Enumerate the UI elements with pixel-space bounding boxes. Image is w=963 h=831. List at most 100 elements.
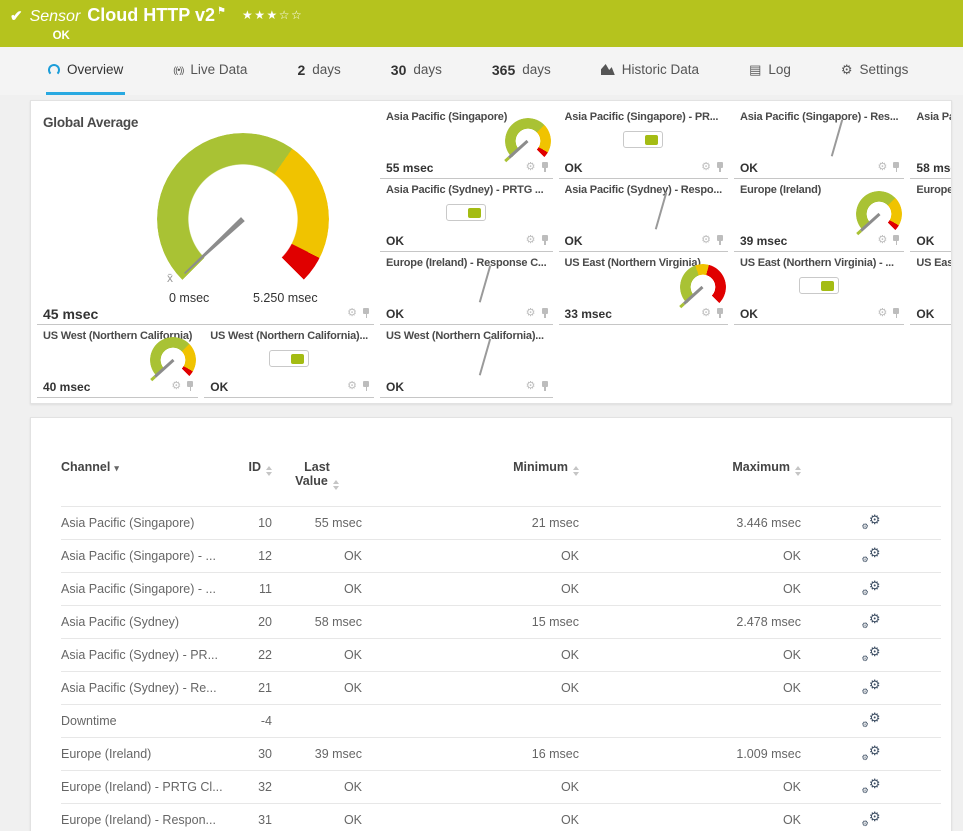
pin-icon[interactable] <box>541 162 549 173</box>
gauge-cell[interactable]: Asia Pacific (Sydney) 58 msec⚙ <box>910 107 951 179</box>
gauge-cell[interactable]: Asia Pacific (Sydney) - Respo... OK ⚙ <box>558 180 728 252</box>
tab-settings[interactable]: ⚙ Settings <box>839 47 910 95</box>
channel-settings-icon[interactable]: ⚙ ⚙ <box>862 546 881 564</box>
gear-icon[interactable]: ⚙ <box>526 162 536 173</box>
needle-indicator <box>478 265 491 303</box>
gauge-cell[interactable]: US East (Northern Virginia) - ...OK⚙ <box>733 253 905 325</box>
table-row[interactable]: Europe (Ireland) 30 39 msec 16 msec 1.009 ms… <box>61 737 941 771</box>
gauge-cell[interactable]: US East (Northern Virginia) 33 msec ⚙ <box>558 253 728 325</box>
id-cell: 31 <box>231 803 272 831</box>
live-tab-icon: ((•)) <box>173 64 184 75</box>
gear-icon[interactable]: ⚙ <box>701 162 711 173</box>
table-row[interactable]: Europe (Ireland) - Respon... 31 OK OK OK ⚙ ⚙ <box>61 803 941 831</box>
pin-icon[interactable] <box>716 308 724 319</box>
pin-icon[interactable] <box>892 235 900 246</box>
gauge-cell[interactable]: Asia Pacific (Singapore) - PR... OK ⚙ <box>558 107 728 179</box>
gauge-cell[interactable]: Asia Pacific (Singapore) - Res... OK ⚙ <box>733 107 905 179</box>
settings-cell: ⚙ ⚙ <box>801 770 941 804</box>
tab-overview[interactable]: Overview <box>46 47 126 95</box>
pin-icon[interactable] <box>716 235 724 246</box>
table-row[interactable]: Europe (Ireland) - PRTG Cl... 32 OK OK OK ⚙ ⚙ <box>61 770 941 804</box>
channel-settings-icon[interactable]: ⚙ ⚙ <box>862 678 881 696</box>
tab-live-data[interactable]: ((•)) Live Data <box>171 47 249 95</box>
gear-icon[interactable]: ⚙ <box>878 162 888 173</box>
gauge-cell[interactable]: US East (Northern Virginia) - ...OK⚙ <box>910 253 951 325</box>
global-average-cell[interactable]: Global Average x̄ 0 msec 5.250 msec 45 m… <box>37 107 375 325</box>
priority-stars[interactable]: ★★★☆☆ <box>242 8 303 22</box>
channel-settings-icon[interactable]: ⚙ ⚙ <box>862 612 881 630</box>
table-row[interactable]: Asia Pacific (Singapore) - ... 11 OK OK OK ⚙ ⚙ <box>61 572 941 606</box>
last-value-cell: OK <box>272 539 362 573</box>
tab-365-days[interactable]: 365 days <box>490 47 553 95</box>
tab-30-days[interactable]: 30 days <box>389 47 444 95</box>
column-header-id[interactable]: ID <box>231 456 272 507</box>
ok-toggle-indicator <box>799 277 840 294</box>
channel-settings-icon[interactable]: ⚙ ⚙ <box>862 777 881 795</box>
pin-icon[interactable] <box>892 308 900 319</box>
cell-footer: 58 msec⚙ <box>916 158 951 177</box>
table-row[interactable]: Asia Pacific (Sydney) - PR... 22 OK OK OK ⚙ ⚙ <box>61 638 941 672</box>
table-row[interactable]: Asia Pacific (Sydney) - Re... 21 OK OK OK ⚙ ⚙ <box>61 671 941 705</box>
channel-settings-icon[interactable]: ⚙ ⚙ <box>862 579 881 597</box>
pin-icon[interactable] <box>186 381 194 392</box>
settings-cell: ⚙ ⚙ <box>801 737 941 771</box>
channel-settings-icon[interactable]: ⚙ ⚙ <box>862 513 881 531</box>
column-header-actions <box>801 456 941 507</box>
pin-icon[interactable] <box>362 308 370 319</box>
id-cell: 20 <box>231 605 272 639</box>
settings-cell: ⚙ ⚙ <box>801 704 941 738</box>
gear-icon[interactable]: ⚙ <box>701 235 711 246</box>
gauge-cell[interactable]: Europe (Ireland) - PRTG Cloud... OK⚙ <box>910 180 951 252</box>
column-header-maximum[interactable]: Maximum <box>579 456 801 507</box>
column-header-last-value[interactable]: Last Value <box>272 456 362 507</box>
table-row[interactable]: Asia Pacific (Singapore) 10 55 msec 21 msec… <box>61 506 941 540</box>
gauge-cell[interactable]: Europe (Ireland) 39 msec ⚙ <box>733 180 905 252</box>
tab-historic-data[interactable]: Historic Data <box>599 47 701 95</box>
tab-label: days <box>413 62 442 77</box>
channel-settings-icon[interactable]: ⚙ ⚙ <box>862 711 881 729</box>
pin-icon[interactable] <box>892 162 900 173</box>
object-kind-label: Sensor <box>29 8 81 25</box>
gear-icon[interactable]: ⚙ <box>878 308 888 319</box>
gauge-cell[interactable]: Asia Pacific (Singapore) 55 msec ⚙ <box>380 107 553 179</box>
gauge-cell[interactable]: US West (Northern California)... OK ⚙ <box>380 326 553 398</box>
minimum-cell: OK <box>362 803 579 831</box>
gauge-cell[interactable]: US West (Northern California)... OK ⚙ <box>204 326 375 398</box>
gear-icon[interactable]: ⚙ <box>526 235 536 246</box>
column-header-minimum[interactable]: Minimum <box>362 456 579 507</box>
gear-icon[interactable]: ⚙ <box>526 381 536 392</box>
gear-icon[interactable]: ⚙ <box>347 381 357 392</box>
gauge-cell[interactable]: Asia Pacific (Sydney) - PRTG ... OK ⚙ <box>380 180 553 252</box>
tab-label: Overview <box>67 62 124 77</box>
gear-icon[interactable]: ⚙ <box>347 308 357 319</box>
pin-icon[interactable] <box>716 162 724 173</box>
gauge-cell[interactable]: US West (Northern California) 40 msec ⚙ <box>37 326 199 398</box>
pin-icon[interactable] <box>541 308 549 319</box>
minimum-cell: 21 msec <box>362 506 579 540</box>
minimum-cell: OK <box>362 572 579 606</box>
settings-cell: ⚙ ⚙ <box>801 572 941 606</box>
table-row[interactable]: Downtime -4 ⚙ ⚙ <box>61 704 941 738</box>
gear-icon[interactable]: ⚙ <box>701 308 711 319</box>
channel-settings-icon[interactable]: ⚙ ⚙ <box>862 645 881 663</box>
channel-settings-icon[interactable]: ⚙ ⚙ <box>862 810 881 828</box>
mean-symbol: x̄ <box>167 271 173 285</box>
gear-icon[interactable]: ⚙ <box>171 381 181 392</box>
column-label: Minimum <box>513 460 568 474</box>
minimum-cell <box>362 704 579 738</box>
pin-icon[interactable] <box>541 381 549 392</box>
channel-value: OK <box>739 160 758 175</box>
table-row[interactable]: Asia Pacific (Sydney) 20 58 msec 15 msec 2.4… <box>61 605 941 639</box>
gauge-cell[interactable]: Europe (Ireland) - Response C... OK ⚙ <box>380 253 553 325</box>
flag-icon[interactable]: ⚑ <box>217 6 226 17</box>
tab-log[interactable]: ▤ Log <box>747 47 793 95</box>
tab-2-days[interactable]: 2 days <box>295 47 342 95</box>
gear-icon[interactable]: ⚙ <box>878 235 888 246</box>
column-header-channel[interactable]: Channel ▾ <box>61 456 231 507</box>
settings-cell: ⚙ ⚙ <box>801 506 941 540</box>
gear-icon[interactable]: ⚙ <box>526 308 536 319</box>
pin-icon[interactable] <box>541 235 549 246</box>
channel-settings-icon[interactable]: ⚙ ⚙ <box>862 744 881 762</box>
table-row[interactable]: Asia Pacific (Singapore) - ... 12 OK OK OK ⚙ ⚙ <box>61 539 941 573</box>
pin-icon[interactable] <box>362 381 370 392</box>
